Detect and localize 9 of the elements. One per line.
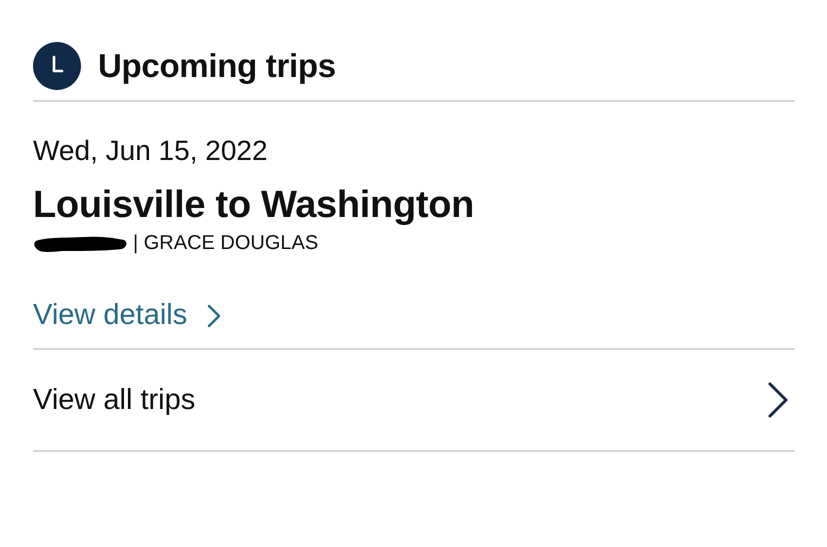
view-details-link[interactable]: View details: [33, 299, 222, 332]
clock-icon: [33, 42, 81, 90]
chevron-right-icon: [207, 304, 222, 328]
chevron-right-icon: [767, 381, 789, 419]
view-all-trips-row[interactable]: View all trips: [33, 350, 795, 450]
trip-date: Wed, Jun 15, 2022: [33, 134, 269, 168]
passenger-name: | GRACE DOUGLAS: [133, 232, 318, 255]
section-title: Upcoming trips: [98, 47, 336, 85]
trip-route: Louisville to Washington: [33, 183, 476, 228]
